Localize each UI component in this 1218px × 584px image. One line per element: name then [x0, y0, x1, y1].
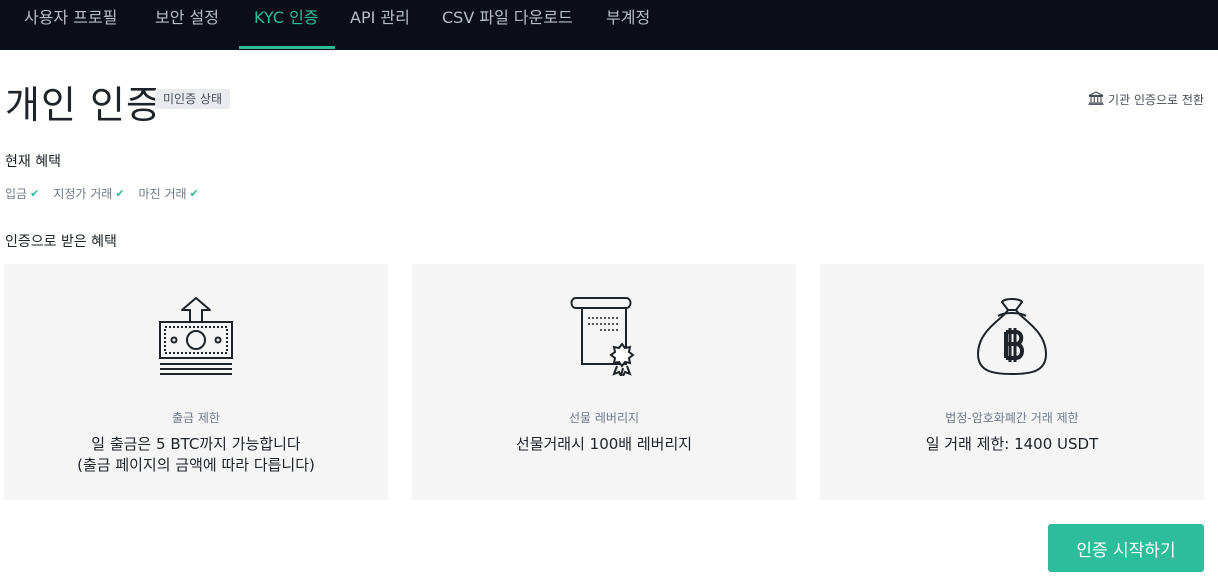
bank-building-icon: [1088, 90, 1104, 108]
top-navigation: 사용자 프로필 보안 설정 KYC 인증 API 관리 CSV 파일 다운로드 …: [0, 0, 1218, 50]
benefit-label: 지정가 거래: [53, 187, 113, 201]
card-value-line: 일 출금은 5 BTC까지 가능합니다: [91, 435, 301, 453]
bitcoin-bag-icon: [820, 296, 1204, 376]
tab-subaccount[interactable]: 부계정: [606, 0, 650, 50]
benefit-margin-trading: 마진 거래 ✔: [139, 185, 199, 202]
card-label: 출금 제한: [172, 411, 220, 425]
current-benefits-list: 입금 ✔ 지정가 거래 ✔ 마진 거래 ✔: [5, 185, 199, 202]
tab-security-settings[interactable]: 보안 설정: [155, 0, 219, 50]
status-badge: 미인증 상태: [155, 89, 231, 109]
start-verification-button[interactable]: 인증 시작하기: [1048, 524, 1204, 572]
card-label: 법정-암호화폐간 거래 제한: [945, 411, 1079, 425]
check-icon: ✔: [30, 187, 40, 200]
card-value: 선물거래시 100배 레버리지: [412, 434, 796, 455]
switch-link-label: 기관 인증으로 전환: [1108, 92, 1204, 107]
card-value-line: 선물거래시 100배 레버리지: [515, 435, 693, 453]
benefit-card-withdrawal: 출금 제한 일 출금은 5 BTC까지 가능합니다 (출금 페이지의 금액에 따…: [4, 264, 388, 500]
withdraw-cash-icon: [4, 296, 388, 376]
tab-kyc[interactable]: KYC 인증: [254, 0, 319, 50]
card-value: 일 출금은 5 BTC까지 가능합니다 (출금 페이지의 금액에 따라 다릅니다…: [4, 434, 388, 476]
tab-csv-download[interactable]: CSV 파일 다운로드: [442, 0, 573, 50]
benefit-label: 마진 거래: [138, 187, 187, 201]
benefit-label: 입금: [5, 187, 28, 201]
verified-benefits-title: 인증으로 받은 혜택: [5, 234, 117, 250]
benefit-limit-trading: 지정가 거래 ✔: [53, 185, 124, 202]
switch-to-institution-link[interactable]: 기관 인증으로 전환: [1088, 90, 1204, 108]
card-value: 일 거래 제한: 1400 USDT: [820, 434, 1204, 455]
benefit-card-fiat-limit: 법정-암호화폐간 거래 제한 일 거래 제한: 1400 USDT: [820, 264, 1204, 500]
card-value-line: 일 거래 제한: 1400 USDT: [925, 435, 1099, 453]
current-benefits-title: 현재 혜택: [5, 154, 61, 170]
check-icon: ✔: [189, 187, 199, 200]
certificate-scroll-icon: [412, 296, 796, 376]
benefit-deposit: 입금 ✔: [5, 185, 39, 202]
page-title: 개인 인증: [5, 83, 162, 127]
card-value-note: (출금 페이지의 금액에 따라 다릅니다): [77, 456, 315, 474]
benefit-card-leverage: 선물 레버리지 선물거래시 100배 레버리지: [412, 264, 796, 500]
tab-api-management[interactable]: API 관리: [350, 0, 410, 50]
tab-user-profile[interactable]: 사용자 프로필: [24, 0, 117, 50]
check-icon: ✔: [115, 187, 125, 200]
card-label: 선물 레버리지: [568, 411, 640, 425]
active-tab-indicator: [239, 46, 335, 49]
